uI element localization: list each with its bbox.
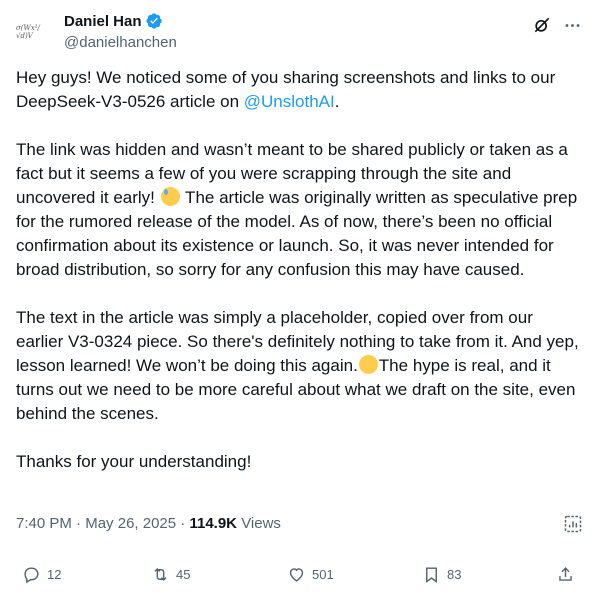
tweet-paragraph-2: The link was hidden and wasn’t meant to … xyxy=(16,138,583,282)
mention-link[interactable]: @UnslothAI xyxy=(244,92,335,111)
tweet-meta: 7:40 PM · May 26, 2025 · 114.9K Views xyxy=(16,514,281,534)
tweet-time[interactable]: 7:40 PM xyxy=(16,515,72,532)
tweet-paragraph-4: Thanks for your understanding! xyxy=(16,450,583,474)
author-handle[interactable]: @danielhanchen xyxy=(64,32,177,54)
reply-icon xyxy=(24,566,39,583)
paragraph-text: . xyxy=(334,92,340,111)
tweet-card: σ(Wx²/√d)V Daniel Han @danielhanchen Hey… xyxy=(0,0,599,598)
saluting-face-emoji-icon xyxy=(358,355,378,374)
avatar[interactable]: σ(Wx²/√d)V xyxy=(16,12,56,52)
views-label: Views xyxy=(241,515,281,532)
retweet-button[interactable]: 45 xyxy=(151,562,190,586)
views-count: 114.9K xyxy=(189,515,238,532)
reply-count: 12 xyxy=(47,566,62,582)
like-count: 501 xyxy=(312,566,334,582)
retweet-count: 45 xyxy=(176,566,191,582)
paragraph-text: Thanks for your understanding! xyxy=(16,452,252,471)
tweet-paragraph-1: Hey guys! We noticed some of you sharing… xyxy=(16,66,583,114)
share-icon xyxy=(559,566,572,581)
retweet-icon xyxy=(154,567,167,581)
author-names: Daniel Han @danielhanchen xyxy=(64,10,177,54)
tweet-actions: 12 45 501 83 xyxy=(16,562,583,586)
avatar-formula: σ(Wx²/√d)V xyxy=(16,24,40,40)
reply-button[interactable]: 12 xyxy=(22,562,61,586)
like-button[interactable]: 501 xyxy=(287,562,334,586)
bookmark-button[interactable]: 83 xyxy=(422,562,461,586)
verified-badge-icon[interactable] xyxy=(145,12,163,30)
tweet-paragraph-3: The text in the article was simply a pla… xyxy=(16,306,583,426)
meta-separator: · xyxy=(176,515,190,532)
display-name-row: Daniel Han xyxy=(64,10,177,32)
display-name[interactable]: Daniel Han xyxy=(64,13,142,30)
share-button[interactable] xyxy=(556,562,575,586)
grinning-sweat-emoji-icon xyxy=(160,187,180,206)
more-icon[interactable] xyxy=(561,14,583,36)
bookmark-icon xyxy=(426,566,437,583)
tweet-date[interactable]: May 26, 2025 xyxy=(85,515,176,532)
meta-separator: · xyxy=(71,515,86,532)
analytics-icon[interactable] xyxy=(563,514,583,534)
grok-icon[interactable] xyxy=(531,14,553,36)
like-icon xyxy=(289,567,304,582)
bookmark-count: 83 xyxy=(447,566,462,582)
tweet-header: σ(Wx²/√d)V Daniel Han @danielhanchen xyxy=(16,10,583,54)
tweet-text: Hey guys! We noticed some of you sharing… xyxy=(16,66,583,498)
